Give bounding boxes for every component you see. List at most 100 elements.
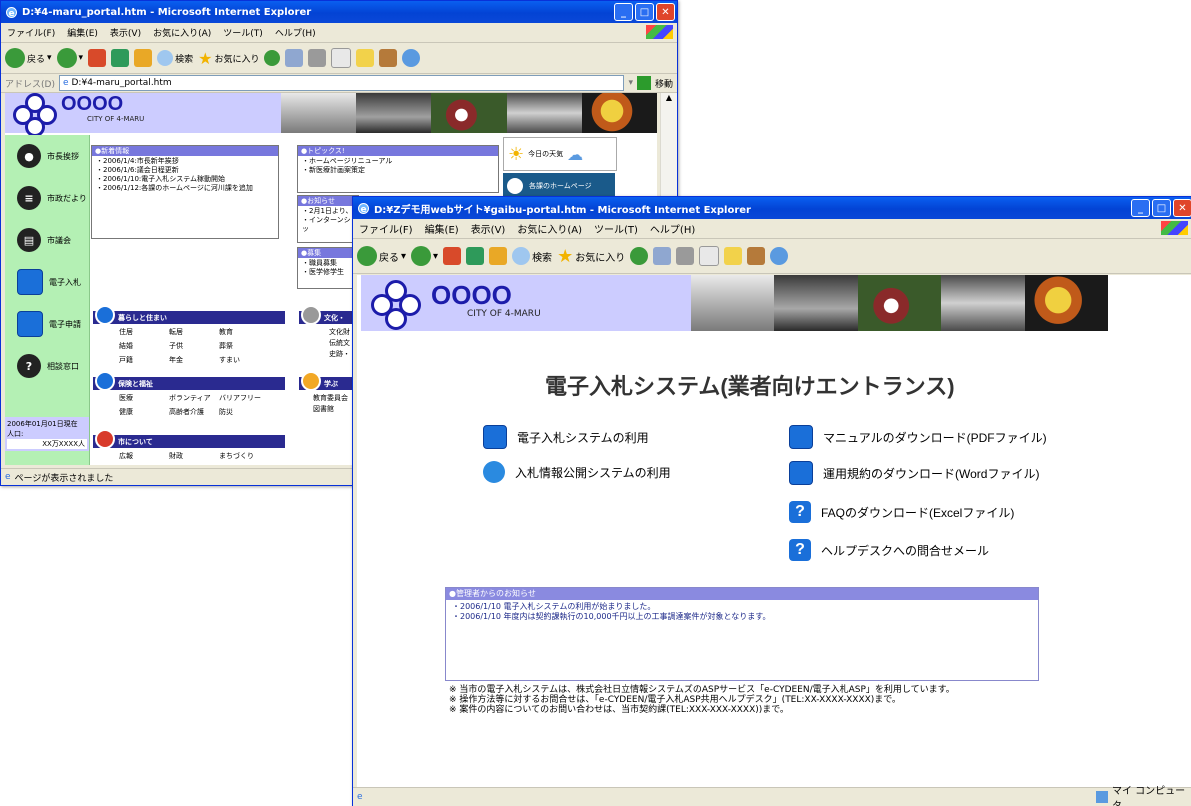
- menu-file[interactable]: ファイル(F): [1, 26, 61, 39]
- sidebar-newsletter[interactable]: ≡ 市政だより: [5, 177, 89, 219]
- category-header[interactable]: 保険と福祉: [93, 370, 285, 391]
- stop-icon[interactable]: [88, 49, 107, 67]
- category-link[interactable]: 健康: [119, 407, 169, 417]
- stop-icon[interactable]: [443, 247, 462, 265]
- go-arrow-icon[interactable]: [636, 76, 651, 90]
- category-link[interactable]: 子供: [169, 341, 219, 351]
- refresh-icon[interactable]: [111, 49, 130, 67]
- edit-icon[interactable]: [331, 48, 352, 68]
- category-link[interactable]: 年金: [169, 355, 219, 365]
- category-link[interactable]: 教育: [219, 327, 269, 337]
- go-button[interactable]: 移動: [655, 77, 677, 90]
- flowers-photo: [431, 93, 507, 133]
- category-link[interactable]: 転居: [169, 327, 219, 337]
- category-header[interactable]: 市について: [93, 428, 285, 449]
- menu-tools[interactable]: ツール(T): [588, 221, 644, 236]
- house-icon: [507, 178, 523, 194]
- history-icon[interactable]: [630, 247, 649, 265]
- menu-edit[interactable]: 編集(E): [61, 26, 104, 39]
- link-bid-info[interactable]: 入札情報公開システムの利用: [483, 461, 671, 483]
- close-button[interactable]: ✕: [1173, 199, 1191, 217]
- search-button[interactable]: 検索: [512, 247, 552, 265]
- minimize-button[interactable]: _: [1131, 199, 1150, 217]
- home-icon[interactable]: [134, 49, 153, 67]
- news-item[interactable]: ・2006/1/6:議会日程更新: [96, 166, 274, 175]
- topics-item[interactable]: ・ホームページリニューアル: [302, 157, 494, 166]
- category-link[interactable]: ボランティア: [169, 393, 219, 403]
- history-icon[interactable]: [264, 50, 281, 66]
- menu-view[interactable]: 表示(V): [465, 221, 512, 236]
- oshirase-item[interactable]: ・インターンシッ: [302, 216, 354, 234]
- address-input[interactable]: e D:¥4-maru_portal.htm: [58, 75, 625, 91]
- messenger-icon[interactable]: [402, 49, 421, 67]
- maximize-button[interactable]: □: [1152, 199, 1171, 217]
- folder-icon[interactable]: [724, 247, 743, 265]
- link-e-bidding[interactable]: 電子入札システムの利用: [483, 425, 649, 449]
- mail-icon[interactable]: [653, 247, 672, 265]
- research-icon[interactable]: [379, 49, 398, 67]
- category-link[interactable]: 広報: [119, 451, 169, 461]
- category-link[interactable]: 医療: [119, 393, 169, 403]
- menu-help[interactable]: ヘルプ(H): [269, 26, 322, 39]
- sidebar-e-bidding[interactable]: 電子入札: [5, 261, 89, 303]
- favorites-button[interactable]: ★ お気に入り: [198, 49, 259, 68]
- category-link[interactable]: 葬祭: [219, 341, 269, 351]
- front-title-bar[interactable]: e D:¥Zデモ用webサイト¥gaibu-portal.htm - Micro…: [353, 197, 1191, 219]
- minimize-button[interactable]: _: [614, 3, 633, 21]
- category-header[interactable]: 暮らしと住まい: [93, 304, 285, 325]
- forward-button[interactable]: ▾: [56, 48, 83, 68]
- menu-file[interactable]: ファイル(F): [353, 221, 419, 236]
- category-link[interactable]: 住居: [119, 327, 169, 337]
- print-icon[interactable]: [308, 49, 327, 67]
- boshu-item[interactable]: ・医学修学生: [302, 268, 354, 277]
- category-link[interactable]: 結婚: [119, 341, 169, 351]
- topics-item[interactable]: ・新医療計画案策定: [302, 166, 494, 175]
- bridge-photo: [691, 275, 775, 331]
- maximize-button[interactable]: □: [635, 3, 654, 21]
- category-link[interactable]: まちづくり: [219, 451, 269, 461]
- scroll-up-arrow[interactable]: ▲: [661, 93, 677, 107]
- forward-button[interactable]: ▾: [411, 246, 438, 266]
- sidebar-e-application[interactable]: 電子申請: [5, 303, 89, 345]
- category-link[interactable]: 防災: [219, 407, 269, 417]
- sidebar-council[interactable]: ▤ 市議会: [5, 219, 89, 261]
- address-dropdown[interactable]: ▾: [628, 78, 633, 88]
- category-link[interactable]: すまい: [219, 355, 269, 365]
- back-title-bar[interactable]: e D:¥4-maru_portal.htm - Microsoft Inter…: [1, 1, 677, 23]
- boshu-item[interactable]: ・職員募集: [302, 259, 354, 268]
- folder-icon[interactable]: [356, 49, 375, 67]
- menu-tools[interactable]: ツール(T): [217, 26, 269, 39]
- category-link[interactable]: 財政: [169, 451, 219, 461]
- menu-favorites[interactable]: お気に入り(A): [147, 26, 217, 39]
- news-item[interactable]: ・2006/1/10:電子入札システム稼動開始: [96, 175, 274, 184]
- back-nav-button[interactable]: 戻る ▾: [5, 48, 52, 68]
- link-manual-download[interactable]: マニュアルのダウンロード(PDFファイル): [789, 425, 1047, 449]
- mail-icon[interactable]: [285, 49, 304, 67]
- menu-edit[interactable]: 編集(E): [419, 221, 465, 236]
- home-icon[interactable]: [489, 247, 508, 265]
- category-link[interactable]: 戸籍: [119, 355, 169, 365]
- back-nav-button[interactable]: 戻る ▾: [357, 246, 406, 266]
- oshirase-item[interactable]: ・2月1日より、: [302, 207, 354, 216]
- favorites-button[interactable]: ★ お気に入り: [557, 246, 625, 267]
- refresh-icon[interactable]: [466, 247, 485, 265]
- messenger-icon[interactable]: [770, 247, 789, 265]
- category-link[interactable]: 高齢者介護: [169, 407, 219, 417]
- sidebar-consultation[interactable]: ? 相談窓口: [5, 345, 89, 387]
- research-icon[interactable]: [747, 247, 766, 265]
- search-button[interactable]: 検索: [157, 50, 193, 66]
- news-item[interactable]: ・2006/1/4:市長新年挨拶: [96, 157, 274, 166]
- close-button[interactable]: ✕: [656, 3, 675, 21]
- menu-help[interactable]: ヘルプ(H): [644, 221, 701, 236]
- edit-icon[interactable]: [699, 246, 720, 266]
- link-helpdesk-mail[interactable]: ? ヘルプデスクへの問合せメール: [789, 539, 989, 561]
- menu-view[interactable]: 表示(V): [104, 26, 147, 39]
- link-faq-download[interactable]: ? FAQのダウンロード(Excelファイル): [789, 501, 1014, 523]
- category-link[interactable]: バリアフリー: [219, 393, 269, 403]
- link-rules-download[interactable]: 運用規約のダウンロード(Wordファイル): [789, 461, 1039, 485]
- menu-favorites[interactable]: お気に入り(A): [511, 221, 588, 236]
- sidebar-mayor[interactable]: ● 市長挨拶: [5, 135, 89, 177]
- print-icon[interactable]: [676, 247, 695, 265]
- news-item[interactable]: ・2006/1/12:各課のホームページに河川課を追加: [96, 184, 274, 193]
- weather-link[interactable]: ☀ 今日の天気 ☁: [503, 137, 617, 171]
